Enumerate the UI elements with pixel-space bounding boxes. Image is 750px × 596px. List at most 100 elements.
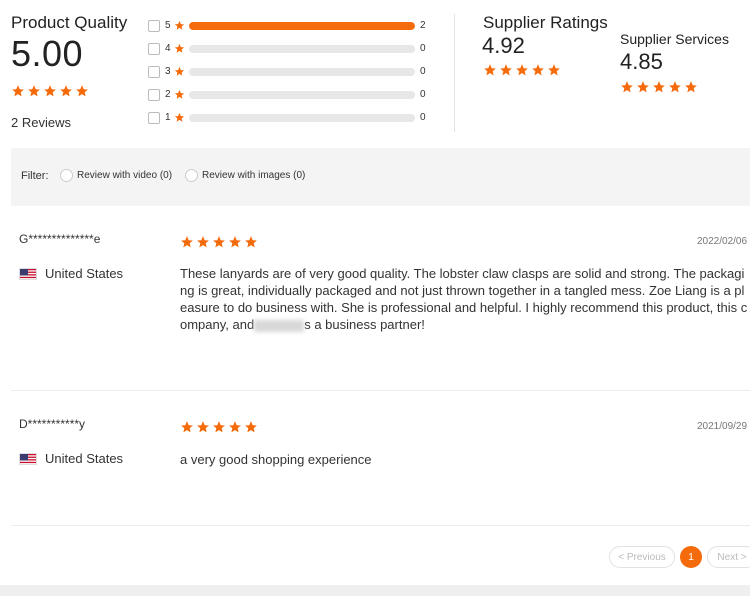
review-count: 2 Reviews — [11, 115, 71, 130]
star-icon — [245, 236, 257, 248]
star-icon — [669, 81, 681, 93]
star-icon — [197, 421, 209, 433]
page-1-button[interactable]: 1 — [680, 546, 702, 568]
star-icon — [172, 112, 185, 123]
star-icon — [548, 64, 560, 76]
star-icon — [174, 89, 185, 99]
distribution-count: 0 — [420, 43, 426, 54]
distribution-star-label: 3 — [165, 66, 171, 77]
supplier-ratings-title: Supplier Ratings — [483, 13, 608, 32]
filter-label: Filter: — [21, 170, 49, 182]
star-icon — [197, 236, 209, 248]
supplier-ratings-stars — [483, 63, 561, 77]
distribution-bar-fill — [189, 21, 415, 30]
distribution-bar — [189, 44, 415, 53]
star-icon — [532, 64, 544, 76]
next-page-button[interactable]: Next > — [707, 546, 750, 568]
filter-video-option[interactable]: Review with video (0) — [60, 169, 172, 182]
star-icon — [174, 43, 185, 53]
star-icon — [484, 64, 496, 76]
filter-images-label: Review with images (0) — [202, 170, 306, 181]
us-flag-icon — [19, 452, 37, 465]
star-icon — [516, 64, 528, 76]
star-icon — [181, 236, 193, 248]
distribution-checkbox[interactable] — [148, 88, 160, 101]
star-icon — [213, 421, 225, 433]
distribution-checkbox[interactable] — [148, 19, 160, 32]
distribution-count: 2 — [420, 20, 426, 31]
distribution-checkbox[interactable] — [148, 65, 160, 78]
filter-video-label: Review with video (0) — [77, 170, 173, 181]
review-date: 2022/02/06 — [697, 236, 748, 247]
reviewer-country: United States — [19, 266, 123, 281]
us-flag-icon — [19, 267, 37, 280]
rating-distribution: 5240302010 — [148, 14, 438, 129]
redacted-text — [254, 319, 305, 332]
supplier-services-score: 4.85 — [620, 49, 663, 74]
star-icon — [229, 236, 241, 248]
product-quality-stars — [11, 84, 89, 98]
country-label: United States — [45, 266, 124, 281]
star-icon — [174, 20, 185, 30]
distribution-bar — [189, 90, 415, 99]
distribution-star-label: 4 — [165, 43, 171, 54]
star-icon — [60, 85, 72, 97]
reviewer-name: G**************e — [19, 232, 101, 246]
review-stars — [180, 235, 258, 249]
product-quality-title: Product Quality — [11, 13, 128, 32]
reviewer-country: United States — [19, 451, 123, 466]
star-icon — [172, 43, 185, 54]
distribution-checkbox[interactable] — [148, 42, 160, 55]
star-icon — [172, 89, 185, 100]
star-icon — [12, 85, 24, 97]
filter-images-radio[interactable] — [185, 169, 198, 182]
star-icon — [181, 421, 193, 433]
star-icon — [174, 112, 185, 122]
distribution-bar — [189, 113, 415, 122]
review-divider — [11, 390, 750, 391]
star-icon — [44, 85, 56, 97]
star-icon — [172, 20, 185, 31]
review-text: These lanyards are of very good quality.… — [180, 265, 748, 333]
distribution-count: 0 — [420, 112, 426, 123]
star-icon — [500, 64, 512, 76]
distribution-row-3: 30 — [148, 60, 438, 83]
distribution-row-2: 20 — [148, 83, 438, 106]
review-stars — [180, 420, 258, 434]
review-date: 2021/09/29 — [697, 421, 748, 432]
filter-images-option[interactable]: Review with images (0) — [185, 169, 305, 182]
distribution-star-label: 1 — [165, 112, 171, 123]
star-icon — [174, 66, 185, 76]
distribution-star-label: 2 — [165, 89, 171, 100]
reviewer-name: D***********y — [19, 417, 86, 431]
divider — [454, 14, 455, 132]
supplier-services-stars — [620, 80, 698, 94]
distribution-star-label: 5 — [165, 20, 171, 31]
star-icon — [621, 81, 633, 93]
star-icon — [685, 81, 697, 93]
star-icon — [653, 81, 665, 93]
star-icon — [229, 421, 241, 433]
star-icon — [637, 81, 649, 93]
star-icon — [76, 85, 88, 97]
filter-video-radio[interactable] — [60, 169, 73, 182]
distribution-checkbox[interactable] — [148, 111, 160, 124]
product-quality-score: 5.00 — [11, 33, 84, 74]
distribution-bar — [189, 67, 415, 76]
star-icon — [245, 421, 257, 433]
distribution-row-1: 10 — [148, 106, 438, 129]
supplier-ratings-score: 4.92 — [482, 33, 525, 58]
page-footer-strip — [0, 585, 750, 596]
distribution-count: 0 — [420, 89, 426, 100]
country-label: United States — [45, 451, 124, 466]
distribution-count: 0 — [420, 66, 426, 77]
review-divider — [11, 525, 750, 526]
distribution-bar — [189, 21, 415, 30]
review-text: a very good shopping experience — [180, 452, 372, 467]
distribution-row-4: 40 — [148, 37, 438, 60]
distribution-row-5: 52 — [148, 14, 438, 37]
star-icon — [172, 66, 185, 77]
supplier-services-title: Supplier Services — [620, 31, 729, 47]
star-icon — [213, 236, 225, 248]
previous-page-button[interactable]: < Previous — [609, 546, 675, 568]
